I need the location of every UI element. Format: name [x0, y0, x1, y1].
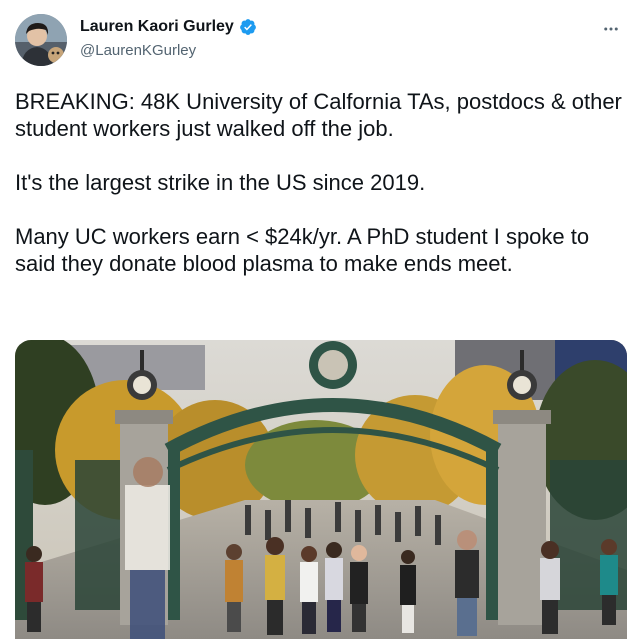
author-handle[interactable]: @LaurenKGurley: [80, 42, 196, 59]
avatar[interactable]: [15, 14, 67, 66]
tweet-paragraph: Many UC workers earn < $24k/yr. A PhD st…: [15, 224, 596, 276]
tweet-media[interactable]: [15, 340, 627, 639]
author-name-row[interactable]: Lauren Kaori Gurley: [80, 18, 257, 36]
tweet-card: Lauren Kaori Gurley @LaurenKGurley BREAK…: [0, 0, 640, 639]
verified-badge-icon: [239, 18, 257, 36]
tweet-paragraph: BREAKING: 48K University of Calfornia TA…: [15, 89, 629, 141]
more-dots-icon: [604, 27, 618, 31]
campus-gate-photo-icon: [15, 340, 627, 639]
profile-photo-icon: [15, 14, 67, 66]
display-name[interactable]: Lauren Kaori Gurley: [80, 18, 234, 36]
tweet-paragraph: It's the largest strike in the US since …: [15, 170, 426, 195]
more-options-button[interactable]: [596, 14, 626, 44]
tweet-text: BREAKING: 48K University of Calfornia TA…: [15, 88, 625, 277]
